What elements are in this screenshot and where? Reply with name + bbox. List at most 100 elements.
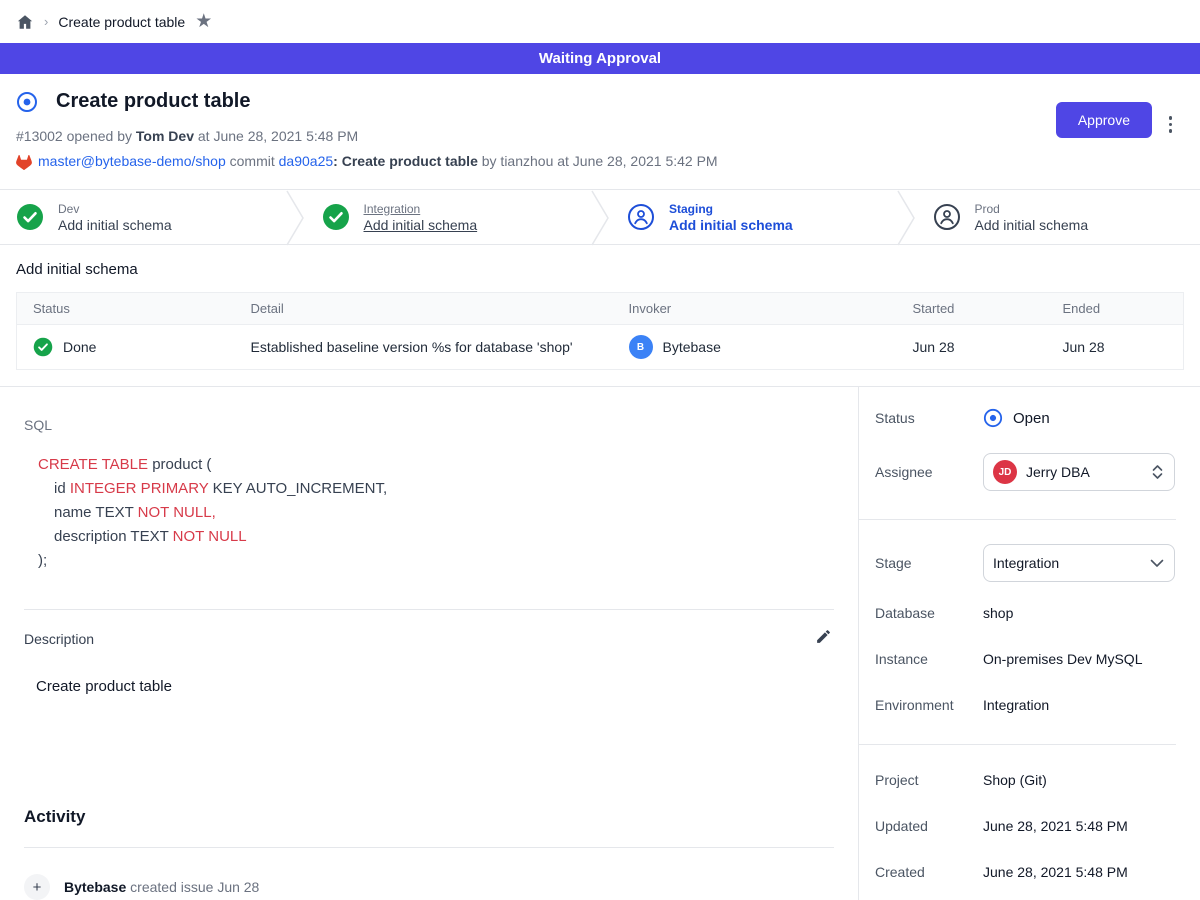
issue-meta: #13002 opened by Tom Dev at June 28, 202… xyxy=(16,128,1184,144)
commit-message: Create product table xyxy=(342,153,478,169)
database-value: shop xyxy=(983,605,1013,621)
commit-suffix: by tianzhou at June 28, 2021 5:42 PM xyxy=(478,153,718,169)
assignee-value: Jerry DBA xyxy=(1026,464,1142,480)
task-started: Jun 28 xyxy=(897,325,1047,370)
task-ended: Jun 28 xyxy=(1047,325,1184,370)
stage-integration[interactable]: IntegrationAdd initial schema xyxy=(306,190,590,244)
pipeline: DevAdd initial schema IntegrationAdd ini… xyxy=(0,189,1200,245)
sql-code: CREATE TABLE product (id INTEGER PRIMARY… xyxy=(24,453,834,573)
meta-suffix: at June 28, 2021 5:48 PM xyxy=(194,128,358,144)
sidebar-divider xyxy=(859,744,1176,745)
stage-task-label: Add initial schema xyxy=(975,217,1089,233)
commit-repo-link[interactable]: master@bytebase-demo/shop xyxy=(38,153,226,169)
updated-value: June 28, 2021 5:48 PM xyxy=(983,818,1128,834)
breadcrumb-title[interactable]: Create product table xyxy=(58,14,185,30)
col-header-ended: Ended xyxy=(1047,293,1184,325)
meta-author: Tom Dev xyxy=(136,128,194,144)
database-label: Database xyxy=(875,605,983,621)
commit-hash-link[interactable]: da90a25 xyxy=(279,153,334,169)
stage-separator xyxy=(284,190,306,246)
status-banner: Waiting Approval xyxy=(0,43,1200,74)
created-label: Created xyxy=(875,864,983,880)
col-header-invoker: Invoker xyxy=(613,293,897,325)
chevron-right-icon: › xyxy=(44,14,48,29)
task-detail: Established baseline version %s for data… xyxy=(235,325,613,370)
open-status-icon xyxy=(983,408,1003,428)
stage-task-label: Add initial schema xyxy=(669,217,793,233)
sql-label: SQL xyxy=(24,417,834,433)
gitlab-icon xyxy=(16,155,32,173)
task-section: Add initial schema Status Detail Invoker… xyxy=(0,245,1200,386)
stage-value: Integration xyxy=(993,555,1141,571)
avatar: JD xyxy=(993,460,1017,484)
sidebar-divider xyxy=(859,519,1176,520)
description-text: Create product table xyxy=(24,678,834,695)
status-label: Status xyxy=(875,410,983,426)
stage-task-label: Add initial schema xyxy=(58,217,172,233)
issue-detail-panel: SQL CREATE TABLE product (id INTEGER PRI… xyxy=(0,387,858,900)
col-header-status: Status xyxy=(17,293,235,325)
task-status: Done xyxy=(63,339,96,355)
project-label: Project xyxy=(875,772,983,788)
edit-pencil-icon[interactable] xyxy=(813,626,834,652)
stage-prod[interactable]: ProdAdd initial schema xyxy=(917,190,1200,244)
project-value: Shop (Git) xyxy=(983,772,1047,788)
chevron-down-icon xyxy=(1150,559,1164,568)
more-options-icon[interactable] xyxy=(1165,112,1177,137)
instance-label: Instance xyxy=(875,651,983,667)
chevron-updown-icon xyxy=(1151,464,1164,480)
assignee-select[interactable]: JD Jerry DBA xyxy=(983,453,1175,491)
stage-label: Stage xyxy=(875,555,983,571)
col-header-started: Started xyxy=(897,293,1047,325)
stage-env-link[interactable]: Integration xyxy=(364,202,478,216)
updated-label: Updated xyxy=(875,818,983,834)
activity-author: Bytebase xyxy=(64,879,126,895)
avatar: B xyxy=(629,335,653,359)
environment-value: Integration xyxy=(983,697,1049,713)
instance-value: On-premises Dev MySQL xyxy=(983,651,1142,667)
commit-line: master@bytebase-demo/shop commit da90a25… xyxy=(16,153,1184,173)
check-circle-icon xyxy=(16,203,44,231)
status-banner-label: Waiting Approval xyxy=(539,50,661,67)
issue-header: Create product table #13002 opened by To… xyxy=(0,74,1200,189)
table-row: Done Established baseline version %s for… xyxy=(17,325,1184,370)
stage-task-link[interactable]: Add initial schema xyxy=(364,217,478,233)
pending-approval-icon xyxy=(933,203,961,231)
check-circle-icon xyxy=(322,203,350,231)
activity-action: created issue Jun 28 xyxy=(126,879,259,895)
stage-separator xyxy=(895,190,917,246)
section-divider xyxy=(24,847,834,848)
plus-icon: + xyxy=(24,874,50,900)
section-divider xyxy=(24,609,834,610)
environment-label: Environment xyxy=(875,697,983,713)
issue-title: Create product table xyxy=(56,90,250,113)
stage-dev[interactable]: DevAdd initial schema xyxy=(0,190,284,244)
commit-colon: : xyxy=(333,153,342,169)
pending-approval-icon xyxy=(627,203,655,231)
approve-button[interactable]: Approve xyxy=(1056,102,1152,138)
activity-heading: Activity xyxy=(24,807,834,827)
meta-prefix: #13002 opened by xyxy=(16,128,136,144)
description-label: Description xyxy=(24,631,94,647)
stage-separator xyxy=(589,190,611,246)
done-check-icon xyxy=(33,337,53,357)
stage-staging[interactable]: StagingAdd initial schema xyxy=(611,190,895,244)
stage-env-label: Staging xyxy=(669,202,793,216)
assignee-label: Assignee xyxy=(875,464,983,480)
breadcrumb: › Create product table ★ xyxy=(0,0,1200,43)
task-table: Status Detail Invoker Started Ended Done… xyxy=(16,292,1184,370)
stage-env-label: Prod xyxy=(975,202,1089,216)
star-icon[interactable]: ★ xyxy=(195,12,212,31)
stage-env-label: Dev xyxy=(58,202,172,216)
home-icon[interactable] xyxy=(16,13,34,31)
commit-word: commit xyxy=(226,153,279,169)
stage-select[interactable]: Integration xyxy=(983,544,1175,582)
status-value: Open xyxy=(1013,410,1050,427)
created-value: June 28, 2021 5:48 PM xyxy=(983,864,1128,880)
issue-sidebar: Status Open Assignee JD Jerry DBA Stage xyxy=(858,387,1200,900)
task-invoker: Bytebase xyxy=(663,339,721,355)
activity-item: + Bytebase created issue Jun 28 xyxy=(24,874,834,900)
open-status-icon xyxy=(16,91,38,113)
task-section-heading: Add initial schema xyxy=(16,261,1184,278)
col-header-detail: Detail xyxy=(235,293,613,325)
